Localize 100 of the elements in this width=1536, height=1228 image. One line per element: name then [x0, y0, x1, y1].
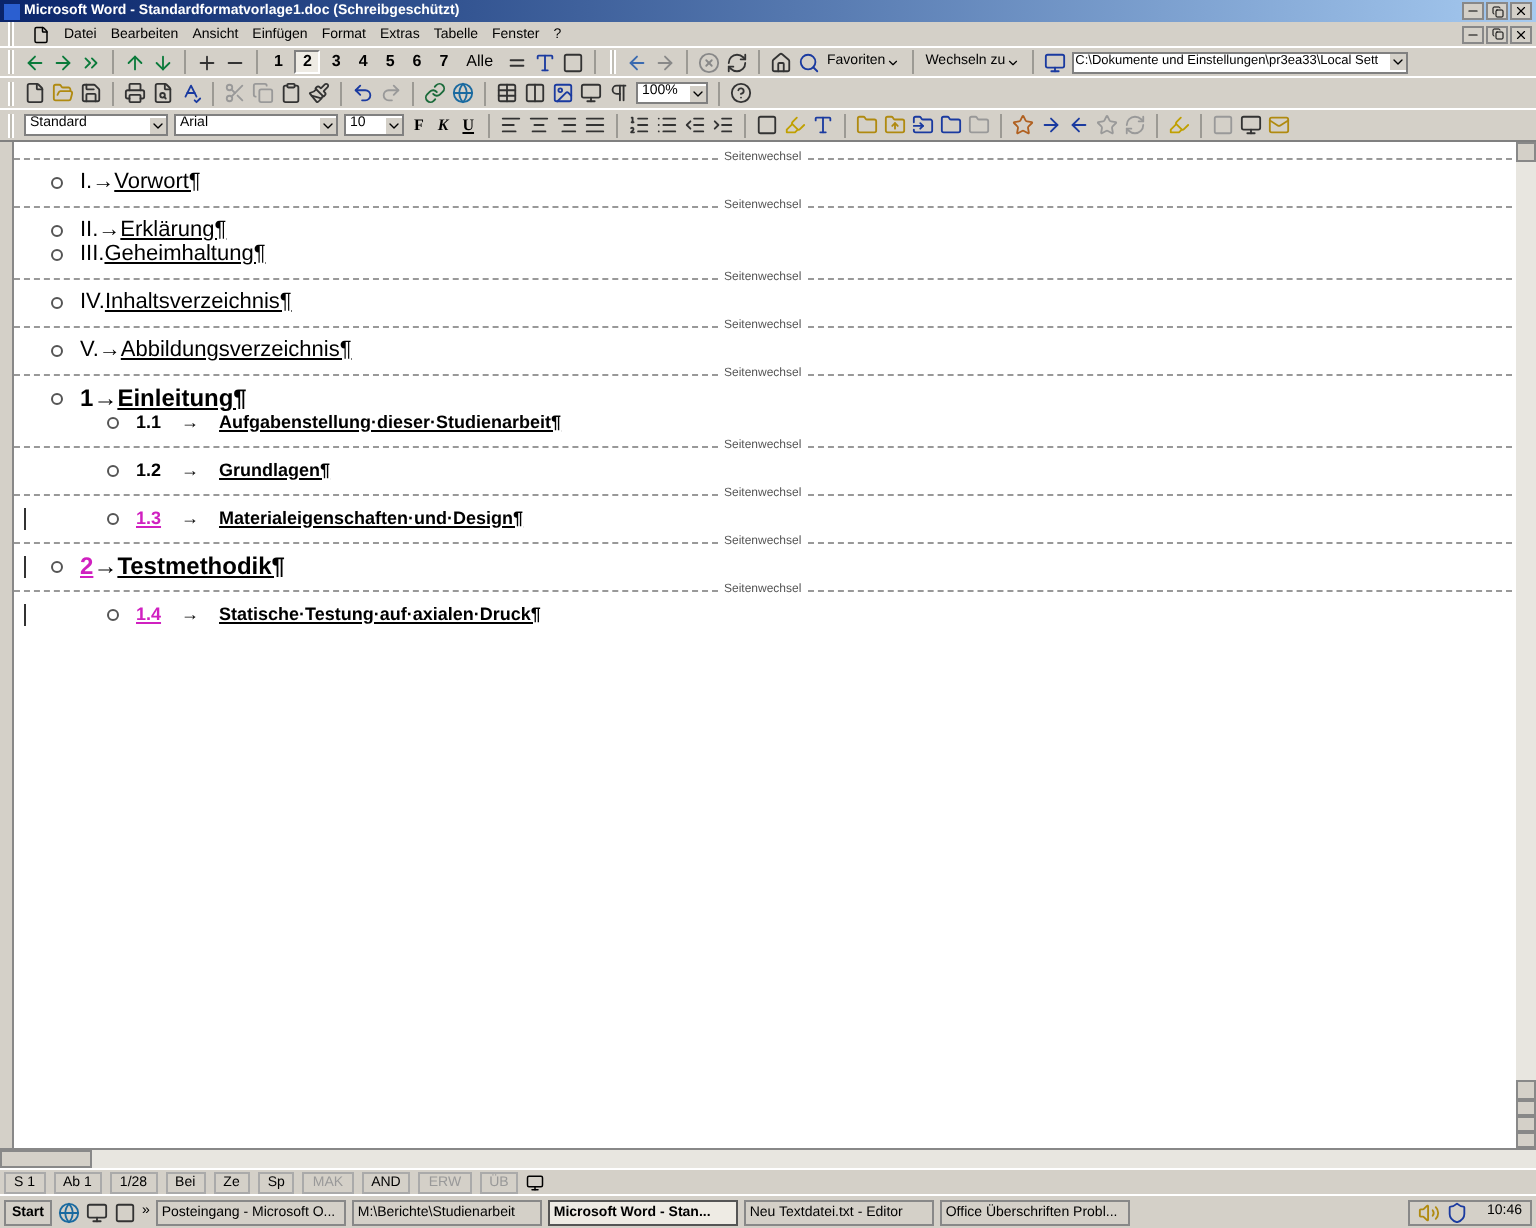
dropdown-icon[interactable] — [386, 117, 402, 133]
spelling-icon[interactable] — [180, 82, 202, 104]
outline-level-button[interactable]: 4 — [352, 50, 374, 74]
move-down-icon[interactable] — [152, 51, 174, 73]
justify-icon[interactable] — [584, 114, 607, 136]
master-document-icon[interactable] — [561, 51, 584, 73]
dropdown-icon[interactable] — [1389, 54, 1406, 70]
numbered-list-icon[interactable] — [628, 114, 651, 136]
formatting-icon[interactable] — [533, 51, 556, 73]
star-icon[interactable] — [1096, 114, 1119, 136]
align-center-icon[interactable] — [528, 114, 551, 136]
checkbox-icon[interactable] — [1212, 114, 1235, 136]
help-icon[interactable] — [730, 82, 752, 104]
dropdown-icon[interactable] — [150, 117, 166, 133]
bold-button[interactable]: F — [410, 113, 428, 137]
demote-body-icon[interactable] — [80, 51, 102, 73]
heading-text: 1→Einleitung¶ — [80, 386, 247, 410]
outline-symbol-icon[interactable] — [106, 415, 120, 429]
home-icon[interactable] — [769, 51, 792, 73]
close-button[interactable] — [1510, 25, 1532, 43]
browser-icon[interactable] — [57, 1201, 80, 1223]
outline-symbol-icon[interactable] — [106, 463, 120, 477]
heading-text: II.→Erklärung¶ — [80, 219, 227, 241]
align-right-icon[interactable] — [556, 114, 579, 136]
close-icon — [1514, 27, 1528, 41]
dropdown-icon[interactable] — [320, 117, 336, 133]
move-up-icon[interactable] — [124, 51, 146, 73]
new-document-icon[interactable] — [24, 82, 46, 104]
heading-text: V.→Abbildungsverzeichnis¶ — [80, 339, 352, 361]
restore-icon — [1491, 5, 1503, 17]
desktop-icon[interactable] — [85, 1201, 108, 1223]
print-preview-icon[interactable] — [152, 82, 174, 104]
outline-symbol-icon[interactable] — [50, 175, 64, 189]
hyperlink-icon[interactable] — [424, 82, 446, 104]
expand-icon[interactable] — [196, 51, 218, 73]
outline-level-button[interactable]: 6 — [406, 50, 428, 74]
drawing-icon[interactable] — [552, 82, 574, 104]
outline-level-button[interactable]: 1 — [268, 50, 289, 74]
show-formatting-icon[interactable] — [608, 82, 630, 104]
outline-symbol-icon[interactable] — [50, 295, 64, 309]
restore-icon — [1491, 28, 1503, 40]
toolbar-toggle-icon[interactable] — [1043, 51, 1066, 73]
heading-text: 1.1 → Aufgabenstellung·dieser·Studienarbeit¶ — [136, 413, 562, 431]
dropdown-icon — [1005, 55, 1020, 69]
align-left-icon[interactable] — [500, 114, 523, 136]
back-icon[interactable] — [625, 51, 648, 73]
search-icon[interactable] — [797, 51, 820, 73]
heading-text: IV.Inhaltsverzeichnis¶ — [80, 291, 292, 313]
format-painter-icon[interactable] — [308, 82, 330, 104]
outline-level-button[interactable]: 3 — [325, 50, 347, 74]
border-icon[interactable] — [756, 114, 779, 136]
save-icon[interactable] — [80, 82, 102, 104]
document-icon[interactable] — [32, 25, 50, 43]
dropdown-icon[interactable] — [690, 85, 706, 101]
close-button[interactable] — [1510, 2, 1532, 20]
folder-input-icon[interactable] — [912, 114, 935, 136]
print-icon[interactable] — [124, 82, 146, 104]
outline-symbol-icon[interactable] — [50, 391, 64, 405]
increase-indent-icon[interactable] — [712, 114, 735, 136]
next-arrow-icon[interactable] — [1040, 114, 1063, 136]
decrease-indent-icon[interactable] — [684, 114, 707, 136]
outline-symbol-icon[interactable] — [106, 607, 120, 621]
heading-text: I.→Vorwort¶ — [80, 171, 201, 193]
monitor-icon[interactable] — [1240, 114, 1263, 136]
minimize-button[interactable] — [1462, 25, 1484, 43]
folder-icon[interactable] — [940, 114, 963, 136]
undo-icon[interactable] — [352, 82, 374, 104]
outline-symbol-icon[interactable] — [106, 511, 120, 525]
heading-text: 1.2 → Grundlagen¶ — [136, 461, 331, 479]
italic-button[interactable]: K — [433, 113, 453, 137]
document-map-icon[interactable] — [580, 82, 602, 104]
outline-level-button[interactable]: 7 — [433, 50, 455, 74]
refresh-icon[interactable] — [725, 51, 748, 73]
restore-button[interactable] — [1486, 25, 1508, 43]
paste-icon[interactable] — [280, 82, 302, 104]
previous-arrow-icon[interactable] — [1068, 114, 1091, 136]
web-toolbar-icon[interactable] — [452, 82, 474, 104]
outline-level-button[interactable]: 2 — [294, 50, 320, 74]
underline-button[interactable]: U — [458, 113, 479, 137]
star-icon[interactable] — [1012, 114, 1035, 136]
bullet-list-icon[interactable] — [656, 114, 679, 136]
dropdown-icon — [885, 55, 900, 69]
minimize-button[interactable] — [1462, 2, 1484, 20]
promote-arrow-icon[interactable] — [24, 51, 46, 73]
close-icon — [1514, 4, 1528, 18]
word-logo-icon — [4, 3, 20, 19]
outline-symbol-icon[interactable] — [50, 343, 64, 357]
restore-button[interactable] — [1486, 2, 1508, 20]
outline-level-button[interactable]: Alle — [460, 50, 500, 74]
columns-icon[interactable] — [524, 82, 546, 104]
shield-icon[interactable] — [1446, 1201, 1469, 1223]
table-icon[interactable] — [496, 82, 518, 104]
heading-text: 1.4 → Statische·Testung·auf·axialen·Druck¶ — [136, 605, 541, 623]
outline-symbol-icon[interactable] — [50, 559, 64, 573]
demote-arrow-icon[interactable] — [52, 51, 74, 73]
heading-text: 2→Testmethodik¶ — [80, 554, 285, 578]
heading-text: III.Geheimhaltung¶ — [80, 243, 266, 265]
font-color-icon[interactable] — [812, 114, 835, 136]
window-icon[interactable] — [113, 1201, 136, 1223]
outline-level-button[interactable]: 5 — [379, 50, 401, 74]
